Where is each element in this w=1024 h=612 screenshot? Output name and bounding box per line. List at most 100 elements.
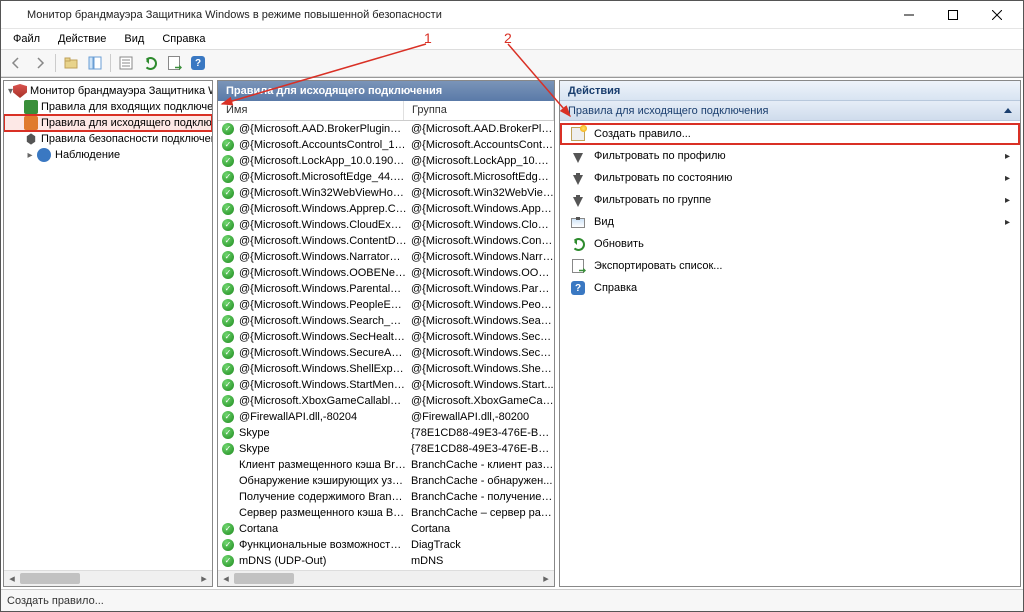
tree-outbound-rules[interactable]: Правила для исходящего подключения <box>4 115 212 131</box>
rule-row[interactable]: Сервер размещенного кэша BranchCach...Br… <box>218 505 554 521</box>
column-name[interactable]: Имя <box>218 101 404 120</box>
menubar: Файл Действие Вид Справка <box>1 29 1023 49</box>
back-icon[interactable] <box>5 52 27 74</box>
main-area: ▾ Монитор брандмауэра Защитника Windows … <box>1 77 1023 589</box>
rule-row[interactable]: @{Microsoft.MicrosoftEdge_44.19041.1.0_.… <box>218 169 554 185</box>
rule-name: @{Microsoft.XboxGameCallableUI_1000.19..… <box>239 395 407 407</box>
rule-row[interactable]: @{Microsoft.XboxGameCallableUI_1000.19..… <box>218 393 554 409</box>
action--[interactable]: Создать правило... <box>560 123 1020 145</box>
action-label: Создать правило... <box>594 128 1010 140</box>
tree-connection-security[interactable]: Правила безопасности подключений <box>4 131 212 147</box>
scroll-thumb[interactable] <box>234 573 294 584</box>
chevron-right-icon: ▸ <box>1005 173 1010 184</box>
rule-group: BranchCache - получение с... <box>407 491 554 503</box>
inbound-icon <box>24 99 38 115</box>
rule-row[interactable]: CortanaCortana <box>218 521 554 537</box>
rule-row[interactable]: @{Microsoft.Windows.ContentDeliveryMa...… <box>218 233 554 249</box>
menu-view[interactable]: Вид <box>116 31 152 47</box>
rule-row[interactable]: @{Microsoft.Win32WebViewHost_10.0.190...… <box>218 185 554 201</box>
rule-group: @{Microsoft.Windows.ShellE... <box>407 363 554 375</box>
tree-root[interactable]: ▾ Монитор брандмауэра Защитника Windows … <box>4 83 212 99</box>
action--[interactable]: Экспортировать список... <box>560 255 1020 277</box>
menu-help[interactable]: Справка <box>154 31 213 47</box>
properties-icon[interactable] <box>115 52 137 74</box>
rule-row[interactable]: mDNS (UDP-Out)mDNS <box>218 553 554 569</box>
rule-row[interactable]: @{Microsoft.Windows.PeopleExperienceH...… <box>218 297 554 313</box>
rule-name: Обнаружение кэширующих узлов Branc... <box>239 475 407 487</box>
enabled-check-icon <box>222 218 236 232</box>
actions-sub-header[interactable]: Правила для исходящего подключения <box>560 101 1020 121</box>
enabled-check-icon <box>222 170 236 184</box>
action--[interactable]: Фильтровать по состоянию▸ <box>560 167 1020 189</box>
menu-action[interactable]: Действие <box>50 31 114 47</box>
close-button[interactable] <box>975 1 1019 28</box>
rule-row[interactable]: @{Microsoft.Windows.Apprep.ChxApp_1000..… <box>218 201 554 217</box>
scroll-thumb[interactable] <box>20 573 80 584</box>
action-label: Экспортировать список... <box>594 260 1010 272</box>
action-label: Вид <box>594 216 997 228</box>
rule-row[interactable]: Получение содержимого BranchCache (...Br… <box>218 489 554 505</box>
rule-row[interactable]: @{Microsoft.Windows.Search_1.14.0.19041.… <box>218 313 554 329</box>
rule-name: @{Microsoft.Windows.ParentalControls_1..… <box>239 283 407 295</box>
rule-row[interactable]: @{Microsoft.Windows.NarratorQuickStart..… <box>218 249 554 265</box>
rule-row[interactable]: Функциональные возможности для под...Dia… <box>218 537 554 553</box>
ai-help-icon <box>570 280 586 296</box>
show-hide-tree-icon[interactable] <box>84 52 106 74</box>
rule-group: BranchCache - клиент разме... <box>407 459 554 471</box>
action--[interactable]: Справка <box>560 277 1020 299</box>
rule-row[interactable]: @{Microsoft.AAD.BrokerPlugin_1000.19041.… <box>218 121 554 137</box>
help-icon[interactable] <box>187 52 209 74</box>
enabled-check-icon <box>222 522 236 536</box>
scroll-left-icon[interactable]: ◂ <box>218 571 234 586</box>
rule-row[interactable]: @{Microsoft.Windows.ParentalControls_1..… <box>218 281 554 297</box>
rule-row[interactable]: Клиент размещенного кэша BranchCach...Br… <box>218 457 554 473</box>
rule-name: @{Microsoft.Windows.CloudExperienceHo... <box>239 219 407 231</box>
collapse-icon[interactable] <box>1004 108 1012 113</box>
list-hscrollbar[interactable]: ◂ ▸ <box>218 570 554 586</box>
forward-icon[interactable] <box>29 52 51 74</box>
rule-row[interactable]: @{Microsoft.LockApp_10.0.19041.1_neutral… <box>218 153 554 169</box>
up-icon[interactable] <box>60 52 82 74</box>
menu-file[interactable]: Файл <box>5 31 48 47</box>
rule-group: Cortana <box>407 523 554 535</box>
rule-group: @FirewallAPI.dll,-80200 <box>407 411 554 423</box>
scroll-right-icon[interactable]: ▸ <box>196 571 212 586</box>
rule-row[interactable]: @{Microsoft.Windows.OOBENetworkCapti...@… <box>218 265 554 281</box>
titlebar: Монитор брандмауэра Защитника Windows в … <box>1 1 1023 29</box>
rule-row[interactable]: @{Microsoft.Windows.StartMenuExperien...… <box>218 377 554 393</box>
export-list-icon[interactable] <box>163 52 185 74</box>
outbound-icon <box>24 115 38 131</box>
rule-row[interactable]: @{Microsoft.Windows.SecHealthUI_10.0.19.… <box>218 329 554 345</box>
rule-list[interactable]: @{Microsoft.AAD.BrokerPlugin_1000.19041.… <box>218 121 554 570</box>
rule-row[interactable]: Skype{78E1CD88-49E3-476E-B926-... <box>218 441 554 457</box>
rule-row[interactable]: @{Microsoft.Windows.CloudExperienceHo...… <box>218 217 554 233</box>
enabled-check-icon <box>222 538 236 552</box>
tree-inbound-rules[interactable]: Правила для входящих подключений <box>4 99 212 115</box>
scroll-left-icon[interactable]: ◂ <box>4 571 20 586</box>
rule-row[interactable]: Обнаружение кэширующих узлов Branc...Bra… <box>218 473 554 489</box>
chevron-right-icon: ▸ <box>1005 151 1010 162</box>
rule-row[interactable]: @{Microsoft.Windows.ShellExperienceHos..… <box>218 361 554 377</box>
minimize-button[interactable] <box>887 1 931 28</box>
rule-row[interactable]: @{Microsoft.Windows.SecureAssessmentB...… <box>218 345 554 361</box>
rule-row[interactable]: Skype{78E1CD88-49E3-476E-B926-... <box>218 425 554 441</box>
tree-hscrollbar[interactable]: ◂ ▸ <box>4 570 212 586</box>
scroll-right-icon[interactable]: ▸ <box>538 571 554 586</box>
tree-monitoring[interactable]: ▸ Наблюдение <box>4 147 212 163</box>
action--[interactable]: Обновить <box>560 233 1020 255</box>
expander-icon[interactable]: ▸ <box>24 150 36 161</box>
rule-name: Сервер размещенного кэша BranchCach... <box>239 507 407 519</box>
rule-name: @{Microsoft.Windows.ContentDeliveryMa... <box>239 235 407 247</box>
rule-row[interactable]: @FirewallAPI.dll,-80204@FirewallAPI.dll,… <box>218 409 554 425</box>
action--[interactable]: Фильтровать по группе▸ <box>560 189 1020 211</box>
rule-name: mDNS (UDP-Out) <box>239 555 407 567</box>
toolbar-separator <box>55 54 56 72</box>
action--[interactable]: Вид▸ <box>560 211 1020 233</box>
column-group[interactable]: Группа <box>404 101 554 120</box>
maximize-button[interactable] <box>931 1 975 28</box>
action--[interactable]: Фильтровать по профилю▸ <box>560 145 1020 167</box>
rule-row[interactable]: @{Microsoft.AccountsControl_10.0.19041.1… <box>218 137 554 153</box>
enabled-check-icon <box>222 298 236 312</box>
rule-name: @{Microsoft.AAD.BrokerPlugin_1000.19041.… <box>239 123 407 135</box>
refresh-icon[interactable] <box>139 52 161 74</box>
